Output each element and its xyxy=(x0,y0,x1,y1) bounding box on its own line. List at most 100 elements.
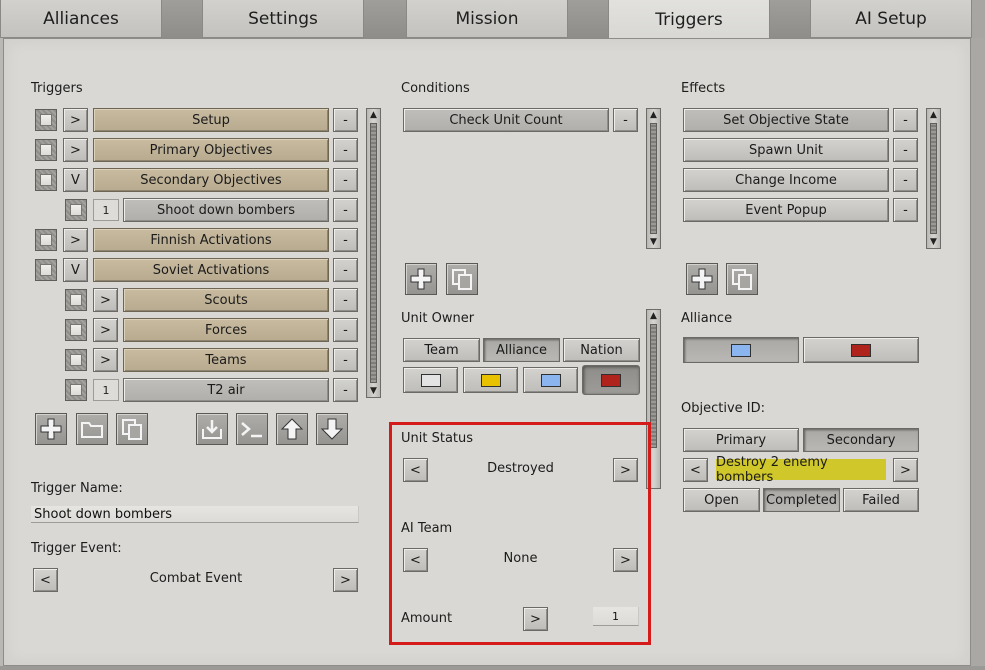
effect-remove-button[interactable]: - xyxy=(893,198,918,222)
copy-icon xyxy=(732,269,752,290)
trigger-remove-button[interactable]: - xyxy=(333,198,358,222)
trigger-expand-button[interactable]: > xyxy=(63,108,88,132)
tab-separator xyxy=(770,0,810,38)
condition-item[interactable]: Check Unit Count xyxy=(403,108,609,132)
scroll-up-icon[interactable]: ▲ xyxy=(647,310,660,322)
trigger-checkbox[interactable] xyxy=(35,169,57,191)
trigger-checkbox[interactable] xyxy=(65,349,87,371)
terminal-icon xyxy=(241,422,262,438)
trigger-item[interactable]: Forces xyxy=(123,318,329,342)
trigger-remove-button[interactable]: - xyxy=(333,168,358,192)
team-color-white-button[interactable] xyxy=(403,367,458,393)
scroll-down-icon[interactable]: ▼ xyxy=(647,236,660,248)
trigger-event-next-button[interactable]: > xyxy=(333,568,358,592)
add-effect-button[interactable] xyxy=(686,263,718,295)
trigger-expand-button[interactable]: > xyxy=(93,348,118,372)
tab-alliances[interactable]: Alliances xyxy=(0,0,162,38)
state-open-button[interactable]: Open xyxy=(683,488,760,512)
trigger-remove-button[interactable]: - xyxy=(333,378,358,402)
effect-remove-button[interactable]: - xyxy=(893,108,918,132)
add-folder-button[interactable] xyxy=(76,413,108,445)
trigger-remove-button[interactable]: - xyxy=(333,258,358,282)
trigger-event-prev-button[interactable]: < xyxy=(33,568,58,592)
trigger-item[interactable]: Setup xyxy=(93,108,329,132)
trigger-checkbox[interactable] xyxy=(65,379,87,401)
script-console-button[interactable] xyxy=(236,413,268,445)
trigger-item[interactable]: Secondary Objectives xyxy=(93,168,329,192)
trigger-expand-button[interactable]: > xyxy=(93,318,118,342)
effect-remove-button[interactable]: - xyxy=(893,138,918,162)
trigger-checkbox[interactable] xyxy=(65,289,87,311)
duplicate-condition-button[interactable] xyxy=(446,263,478,295)
trigger-checkbox[interactable] xyxy=(35,109,57,131)
alliance-red-button[interactable] xyxy=(803,337,919,363)
trigger-item[interactable]: Soviet Activations xyxy=(93,258,329,282)
effect-item[interactable]: Set Objective State xyxy=(683,108,889,132)
effect-item[interactable]: Change Income xyxy=(683,168,889,192)
scroll-thumb[interactable] xyxy=(370,123,377,383)
add-condition-button[interactable] xyxy=(405,263,437,295)
trigger-expand-button[interactable]: > xyxy=(93,288,118,312)
duplicate-effect-button[interactable] xyxy=(726,263,758,295)
effect-item[interactable]: Event Popup xyxy=(683,198,889,222)
owner-nation-button[interactable]: Nation xyxy=(563,338,640,362)
add-trigger-button[interactable] xyxy=(35,413,67,445)
trigger-checkbox[interactable] xyxy=(35,259,57,281)
trigger-item[interactable]: Scouts xyxy=(123,288,329,312)
trigger-remove-button[interactable]: - xyxy=(333,288,358,312)
trigger-expand-button[interactable]: > xyxy=(63,228,88,252)
scroll-up-icon[interactable]: ▲ xyxy=(647,109,660,121)
trigger-item[interactable]: Primary Objectives xyxy=(93,138,329,162)
import-trigger-button[interactable] xyxy=(196,413,228,445)
alliance-blue-button[interactable] xyxy=(683,337,799,363)
trigger-checkbox[interactable] xyxy=(35,139,57,161)
move-down-button[interactable] xyxy=(316,413,348,445)
move-up-button[interactable] xyxy=(276,413,308,445)
effect-item[interactable]: Spawn Unit xyxy=(683,138,889,162)
owner-team-button[interactable]: Team xyxy=(403,338,480,362)
effects-scrollbar[interactable]: ▲ ▼ xyxy=(926,108,941,249)
effect-remove-button[interactable]: - xyxy=(893,168,918,192)
trigger-checkbox[interactable] xyxy=(35,229,57,251)
trigger-expand-button[interactable]: > xyxy=(63,138,88,162)
objective-secondary-button[interactable]: Secondary xyxy=(803,428,919,452)
trigger-checkbox[interactable] xyxy=(65,319,87,341)
trigger-item[interactable]: Finnish Activations xyxy=(93,228,329,252)
team-color-blue-button[interactable] xyxy=(523,367,578,393)
state-failed-button[interactable]: Failed xyxy=(843,488,919,512)
team-color-red-button[interactable] xyxy=(582,365,640,395)
scroll-down-icon[interactable]: ▼ xyxy=(927,236,940,248)
conditions-scrollbar[interactable]: ▲ ▼ xyxy=(646,108,661,249)
trigger-remove-button[interactable]: - xyxy=(333,138,358,162)
trigger-expand-button[interactable]: V xyxy=(63,258,88,282)
scroll-down-icon[interactable]: ▼ xyxy=(367,385,380,397)
trigger-item[interactable]: Teams xyxy=(123,348,329,372)
objective-next-button[interactable]: > xyxy=(893,458,918,482)
owner-alliance-button[interactable]: Alliance xyxy=(483,338,560,362)
scroll-up-icon[interactable]: ▲ xyxy=(367,109,380,121)
tab-ai-setup[interactable]: AI Setup xyxy=(810,0,972,38)
trigger-item[interactable]: T2 air xyxy=(123,378,329,402)
tab-mission[interactable]: Mission xyxy=(406,0,568,38)
scroll-thumb[interactable] xyxy=(650,324,657,448)
scroll-thumb[interactable] xyxy=(650,123,657,234)
trigger-remove-button[interactable]: - xyxy=(333,108,358,132)
tab-settings[interactable]: Settings xyxy=(202,0,364,38)
trigger-expand-button[interactable]: V xyxy=(63,168,88,192)
objective-primary-button[interactable]: Primary xyxy=(683,428,799,452)
objective-prev-button[interactable]: < xyxy=(683,458,708,482)
condition-remove-button[interactable]: - xyxy=(613,108,638,132)
tab-triggers[interactable]: Triggers xyxy=(608,0,770,40)
triggers-scrollbar[interactable]: ▲ ▼ xyxy=(366,108,381,398)
scroll-up-icon[interactable]: ▲ xyxy=(927,109,940,121)
team-color-yellow-button[interactable] xyxy=(463,367,518,393)
trigger-remove-button[interactable]: - xyxy=(333,348,358,372)
trigger-checkbox[interactable] xyxy=(65,199,87,221)
trigger-remove-button[interactable]: - xyxy=(333,228,358,252)
state-completed-button[interactable]: Completed xyxy=(763,488,840,512)
trigger-item-selected[interactable]: Shoot down bombers xyxy=(123,198,329,222)
trigger-remove-button[interactable]: - xyxy=(333,318,358,342)
scroll-thumb[interactable] xyxy=(930,123,937,234)
trigger-name-input[interactable]: Shoot down bombers xyxy=(31,506,359,523)
duplicate-trigger-button[interactable] xyxy=(116,413,148,445)
